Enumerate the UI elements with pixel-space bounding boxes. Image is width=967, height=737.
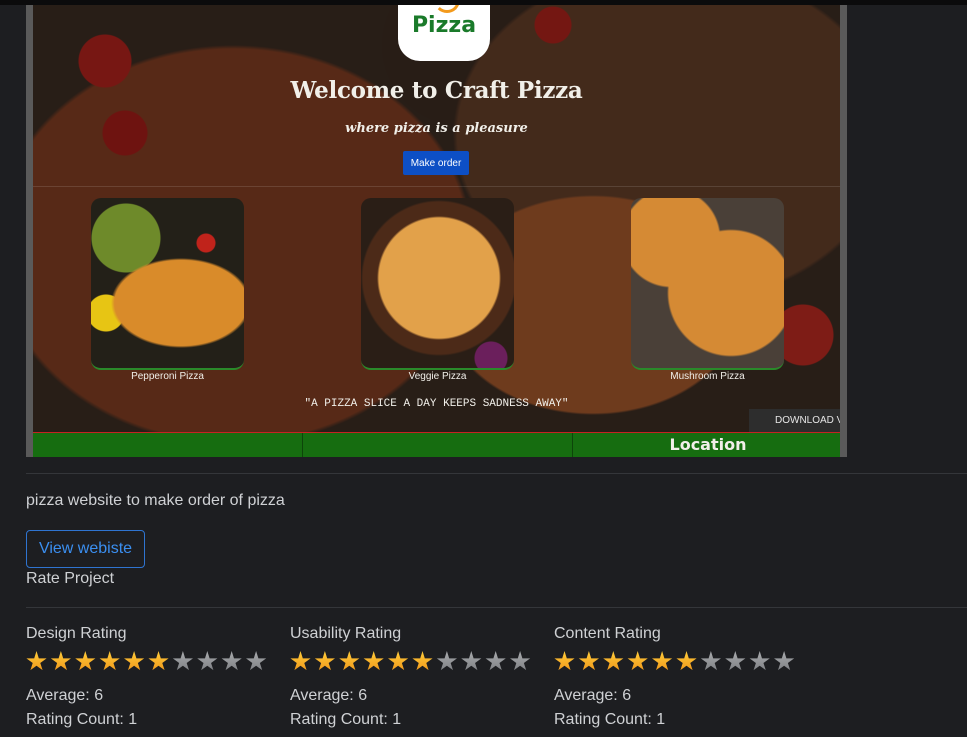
rate-project-title: Rate Project bbox=[26, 570, 115, 587]
star-icon[interactable] bbox=[652, 651, 673, 671]
star-icon[interactable] bbox=[412, 651, 433, 671]
rating-count: Rating Count: 1 bbox=[26, 711, 138, 728]
content-rating: Content Rating Average: 6 Rating Count: … bbox=[554, 625, 804, 728]
star-icon[interactable] bbox=[290, 651, 311, 671]
rating-count: Rating Count: 1 bbox=[554, 711, 666, 728]
usability-rating: Usability Rating Average: 6 Rating Count… bbox=[290, 625, 540, 728]
star-icon[interactable] bbox=[554, 651, 575, 671]
star-icon[interactable] bbox=[99, 651, 120, 671]
star-icon[interactable] bbox=[197, 651, 218, 671]
star-icon[interactable] bbox=[485, 651, 506, 671]
hero-divider bbox=[33, 186, 840, 187]
rating-title: Design Rating bbox=[26, 625, 127, 642]
design-rating: Design Rating Average: 6 Rating Count: 1 bbox=[26, 625, 276, 728]
pizza-logo: Pizza bbox=[398, 5, 490, 61]
mushroom-pizza-label: Mushroom Pizza bbox=[670, 371, 745, 382]
project-screenshot: Pizza Welcome to Craft Pizza where pizza… bbox=[26, 5, 847, 457]
star-icon[interactable] bbox=[510, 651, 531, 671]
star-icon[interactable] bbox=[749, 651, 770, 671]
star-icon[interactable] bbox=[603, 651, 624, 671]
make-order-button[interactable]: Make order bbox=[403, 151, 469, 175]
star-icon[interactable] bbox=[461, 651, 482, 671]
star-icon[interactable] bbox=[314, 651, 335, 671]
star-icon[interactable] bbox=[436, 651, 457, 671]
star-icon[interactable] bbox=[700, 651, 721, 671]
rating-count: Rating Count: 1 bbox=[290, 711, 402, 728]
star-icon[interactable] bbox=[75, 651, 96, 671]
location-heading: Location bbox=[669, 435, 747, 454]
veggie-pizza-label: Veggie Pizza bbox=[408, 371, 467, 382]
star-icon[interactable] bbox=[246, 651, 267, 671]
star-icon[interactable] bbox=[725, 651, 746, 671]
star-icon[interactable] bbox=[221, 651, 242, 671]
veggie-pizza-card[interactable] bbox=[361, 198, 514, 370]
star-icon[interactable] bbox=[172, 651, 193, 671]
project-description: pizza website to make order of pizza bbox=[26, 492, 285, 509]
star-icon[interactable] bbox=[363, 651, 384, 671]
mushroom-pizza-card[interactable] bbox=[631, 198, 784, 370]
rating-title: Content Rating bbox=[554, 625, 661, 642]
star-icon[interactable] bbox=[774, 651, 795, 671]
section-divider bbox=[26, 473, 967, 474]
quote-text: "A PIZZA SLICE A DAY KEEPS SADNESS AWAY" bbox=[304, 398, 569, 410]
star-icon[interactable] bbox=[339, 651, 360, 671]
star-icon[interactable] bbox=[50, 651, 71, 671]
pepperoni-pizza-card[interactable] bbox=[91, 198, 244, 370]
star-icon[interactable] bbox=[148, 651, 169, 671]
footer-divider bbox=[572, 433, 573, 457]
pepperoni-pizza-label: Pepperoni Pizza bbox=[131, 371, 204, 382]
star-icon[interactable] bbox=[124, 651, 145, 671]
star-icon[interactable] bbox=[388, 651, 409, 671]
view-website-button[interactable]: View webiste bbox=[26, 530, 145, 568]
footer-bar: Location bbox=[33, 432, 840, 457]
logo-text: Pizza bbox=[411, 13, 477, 38]
rating-title: Usability Rating bbox=[290, 625, 402, 642]
tagline: where pizza is a pleasure bbox=[345, 121, 528, 136]
star-icon[interactable] bbox=[26, 651, 47, 671]
section-divider bbox=[26, 607, 967, 608]
rating-average: Average: 6 bbox=[554, 687, 632, 704]
star-icon[interactable] bbox=[627, 651, 648, 671]
rating-average: Average: 6 bbox=[26, 687, 104, 704]
star-icon[interactable] bbox=[578, 651, 599, 671]
screenshot-canvas: Pizza Welcome to Craft Pizza where pizza… bbox=[33, 5, 840, 457]
footer-divider bbox=[302, 433, 303, 457]
star-icon[interactable] bbox=[676, 651, 697, 671]
welcome-heading: Welcome to Craft Pizza bbox=[290, 77, 583, 104]
logo-arc-icon bbox=[434, 5, 460, 13]
rating-average: Average: 6 bbox=[290, 687, 368, 704]
download-button[interactable]: DOWNLOAD V bbox=[749, 409, 840, 433]
